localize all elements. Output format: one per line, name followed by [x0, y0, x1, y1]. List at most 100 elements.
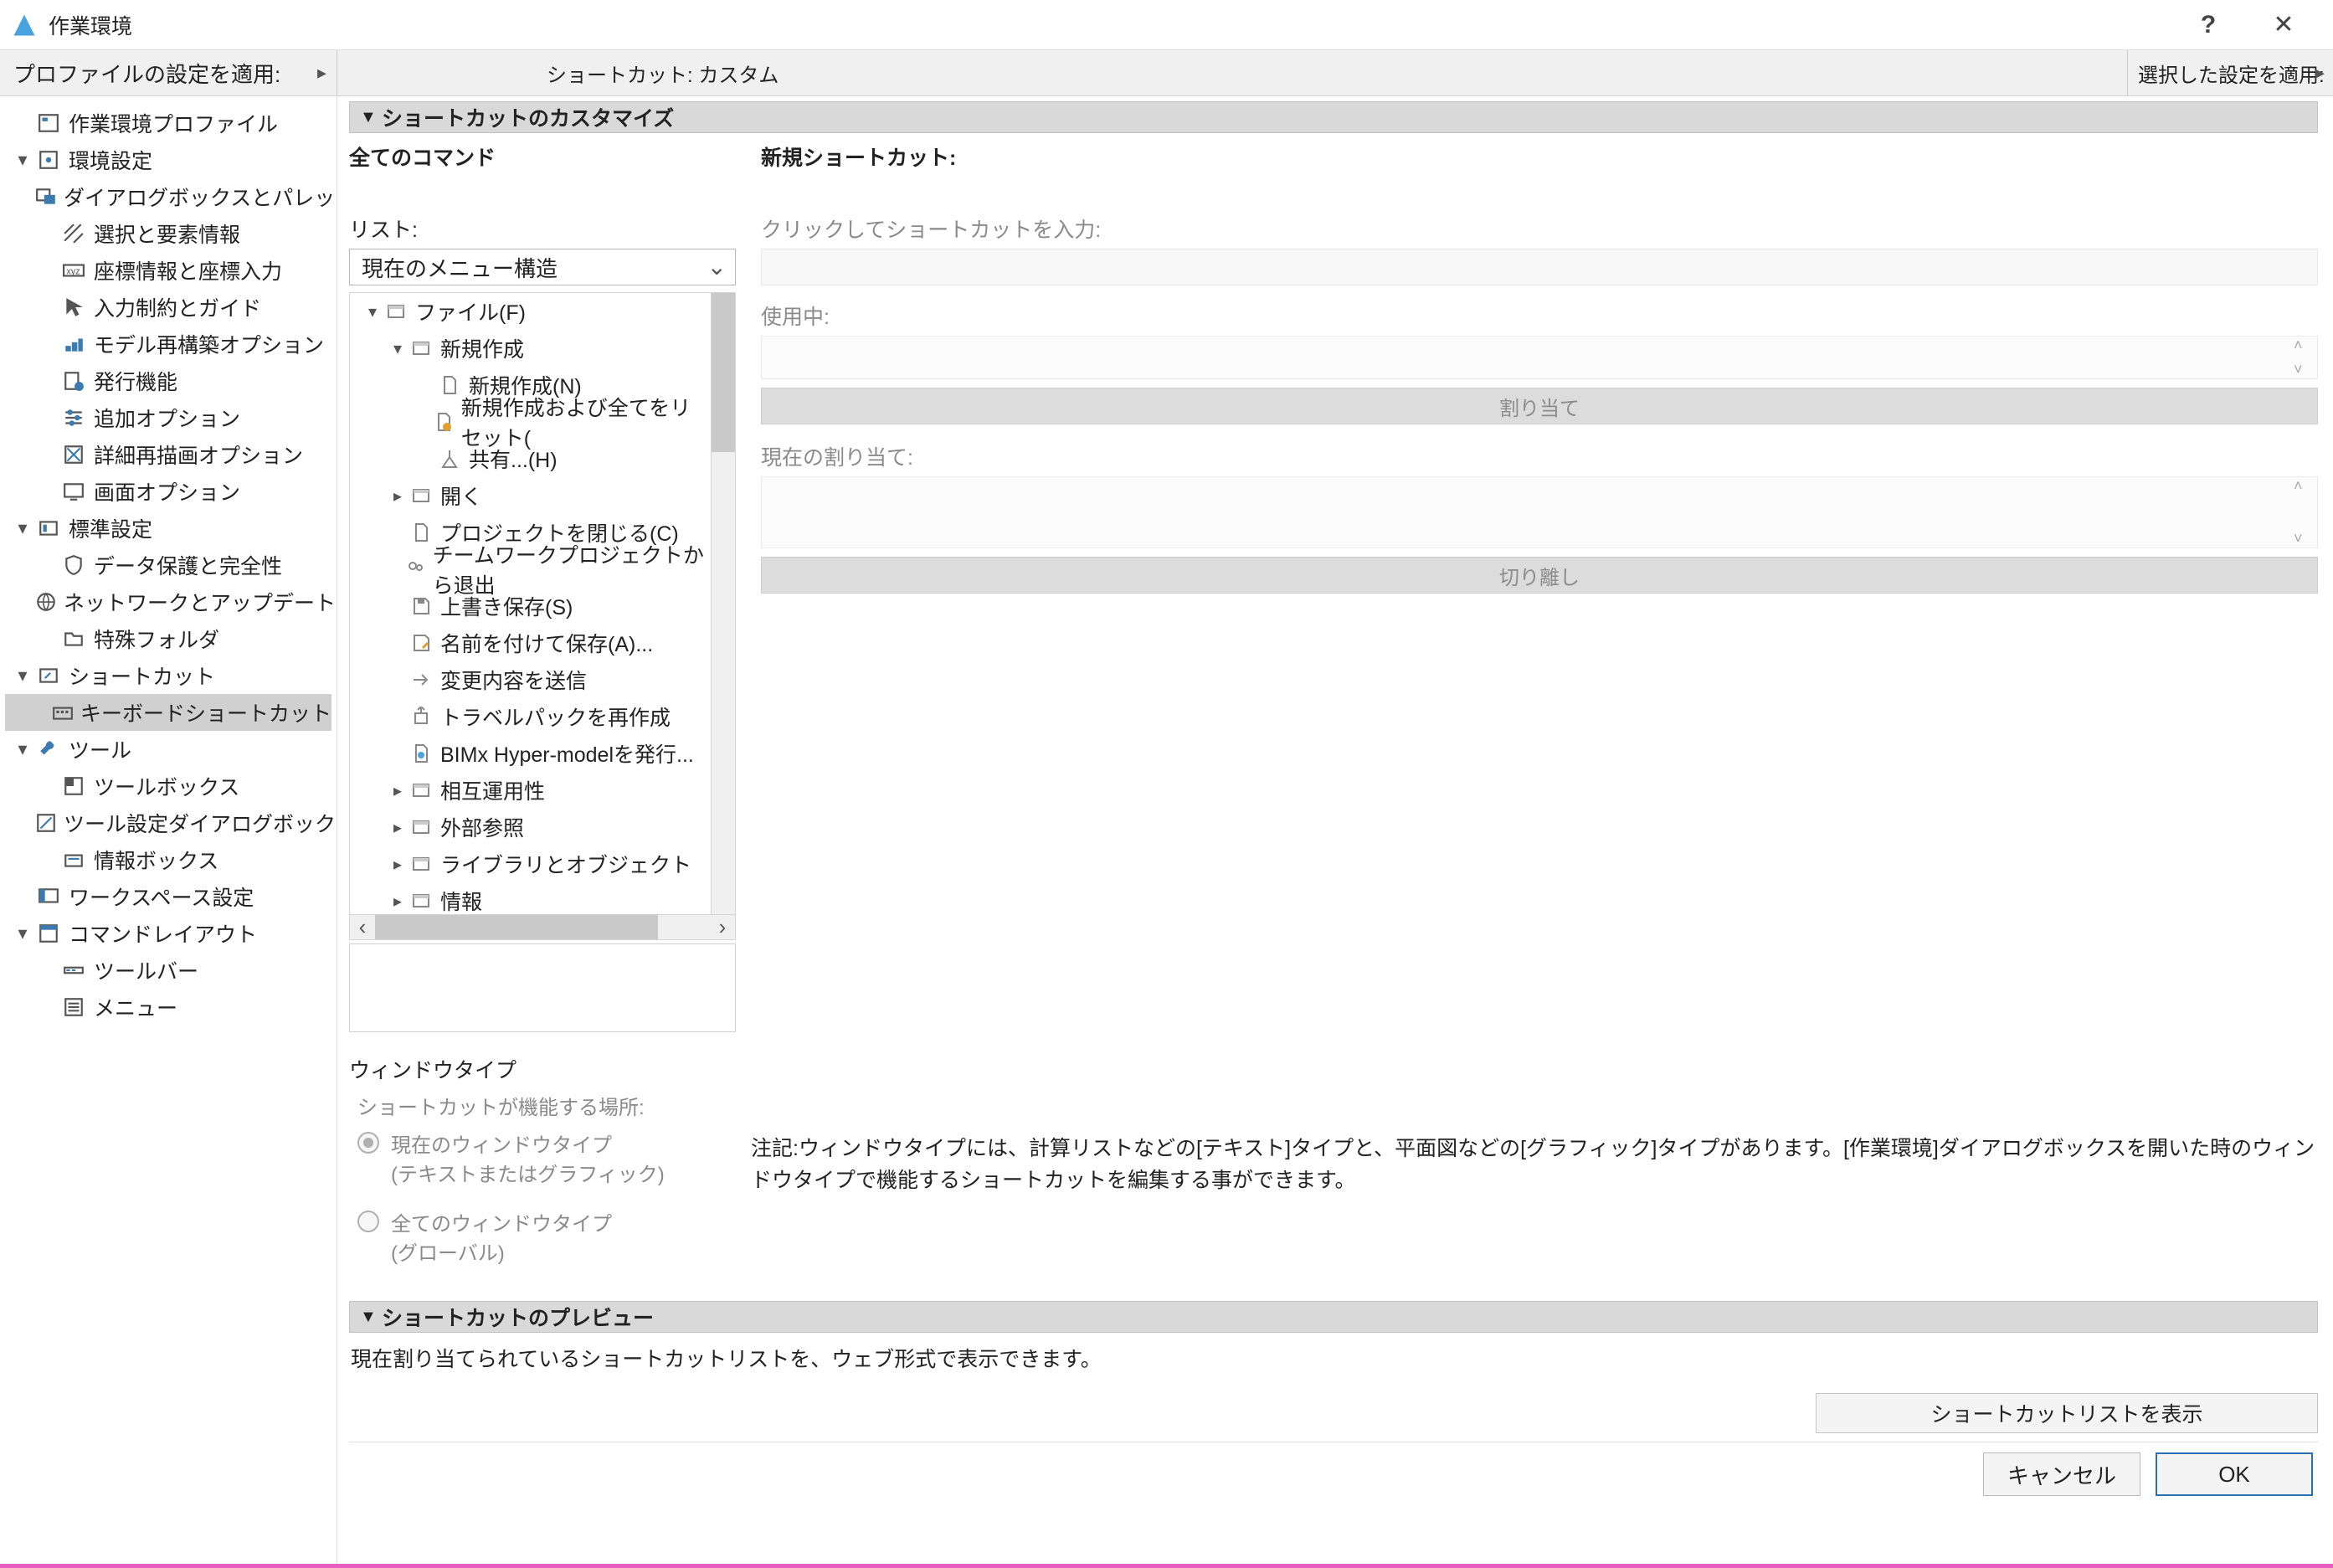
spinner-down-icon[interactable]: ˅ [2294, 361, 2312, 378]
tree-item[interactable]: ▾環境設定 [5, 141, 331, 178]
dialog-icon [35, 183, 57, 210]
spinner-up-icon[interactable]: ˄ [2294, 337, 2312, 354]
caret-icon: ▾ [10, 923, 35, 944]
section-customize-header[interactable]: ▼ ショートカットのカスタマイズ [349, 101, 2318, 133]
tree-item-label: データ保護と完全性 [94, 550, 282, 580]
standard-icon [35, 515, 62, 542]
tree-item[interactable]: キーボードショートカット [5, 694, 331, 731]
scroll-left-icon[interactable]: ‹ [350, 915, 375, 939]
spinner-up-icon[interactable]: ˄ [2294, 477, 2312, 495]
vertical-scrollbar[interactable] [711, 292, 736, 915]
saveas-icon [409, 630, 434, 655]
preview-description: 現在割り当てられているショートカットリストを、ウェブ形式で表示できます。 [351, 1343, 2318, 1373]
caret-icon: ▸ [387, 891, 409, 912]
section-preview-header[interactable]: ▼ ショートカットのプレビュー [349, 1301, 2318, 1333]
radio-all-line2: (グローバル) [391, 1236, 612, 1266]
current-assign-label: 現在の割り当て: [761, 441, 2318, 471]
current-assign-list[interactable]: ˄˅ [761, 476, 2318, 548]
in-use-list[interactable]: ˄˅ [761, 336, 2318, 379]
scroll-thumb[interactable] [712, 293, 735, 452]
category-tree[interactable]: 作業環境プロファイル▾環境設定ダイアログボックスとパレット選択と要素情報xyz座… [0, 96, 337, 1564]
selected-apply-dropdown[interactable]: 選択した設定を適用: [2127, 50, 2333, 95]
tree-item[interactable]: 入力制約とガイド [5, 289, 331, 326]
show-shortcut-list-button[interactable]: ショートカットリストを表示 [1816, 1393, 2318, 1433]
tree-item[interactable]: モデル再構築オプション [5, 326, 331, 362]
radio-all-windows[interactable]: 全てのウィンドウタイプ (グローバル) [349, 1207, 717, 1266]
profile-apply-dropdown[interactable]: プロファイルの設定を適用: [0, 50, 337, 95]
cursor-icon [60, 294, 87, 321]
command-item[interactable]: 変更内容を送信 [350, 661, 711, 698]
tree-item-label: 追加オプション [94, 403, 240, 433]
spinner-down-icon[interactable]: ˅ [2294, 530, 2312, 548]
command-item[interactable]: ▸情報 [350, 882, 711, 915]
tree-item[interactable]: 追加オプション [5, 399, 331, 436]
tree-item[interactable]: 発行機能 [5, 362, 331, 399]
tree-item[interactable]: 特殊フォルダ [5, 620, 331, 657]
profile-apply-label: プロファイルの設定を適用: [13, 58, 280, 89]
command-item[interactable]: チームワークプロジェクトから退出 [350, 551, 711, 588]
cancel-button[interactable]: キャンセル [1983, 1452, 2140, 1496]
workspace-icon [35, 883, 62, 910]
all-commands-label: 全てのコマンド [349, 141, 736, 172]
folder2-icon [409, 888, 434, 913]
command-item[interactable]: 名前を付けて保存(A)... [350, 625, 711, 661]
tree-item[interactable]: メニュー [5, 989, 331, 1026]
radio-current-window[interactable]: 現在のウィンドウタイプ (テキストまたはグラフィック) [349, 1128, 717, 1187]
scroll-right-icon[interactable]: › [710, 915, 735, 939]
tree-item[interactable]: ツールボックス [5, 768, 331, 805]
tree-item[interactable]: 選択と要素情報 [5, 215, 331, 252]
tree-item[interactable]: ▾標準設定 [5, 510, 331, 547]
command-item[interactable]: ▸ライブラリとオブジェクト [350, 846, 711, 882]
tree-item[interactable]: xyz座標情報と座標入力 [5, 252, 331, 289]
horizontal-scrollbar[interactable]: ‹ › [349, 915, 736, 940]
command-item[interactable]: ▾新規作成 [350, 330, 711, 367]
command-item[interactable]: ▸開く [350, 477, 711, 514]
command-item[interactable]: BIMx Hyper-modelを発行... [350, 735, 711, 772]
tree-item[interactable]: ワークスペース設定 [5, 878, 331, 915]
content-pane: ▼ ショートカットのカスタマイズ 全てのコマンド リスト: 現在のメニュー構造 … [337, 96, 2333, 1564]
ok-button[interactable]: OK [2156, 1452, 2313, 1496]
command-item[interactable]: ▸外部参照 [350, 809, 711, 846]
tree-item[interactable]: ダイアログボックスとパレット [5, 178, 331, 215]
bimx-icon [409, 741, 434, 766]
send-icon [409, 667, 434, 692]
tree-item[interactable]: ▾ショートカット [5, 657, 331, 694]
tree-item[interactable]: ネットワークとアップデート [5, 584, 331, 620]
assign-button[interactable]: 割り当て [761, 388, 2318, 424]
travel-icon [409, 704, 434, 729]
shortcut-input[interactable] [761, 249, 2318, 285]
tree-item[interactable]: ▾コマンドレイアウト [5, 915, 331, 952]
hscroll-thumb[interactable] [375, 915, 658, 939]
list-combo[interactable]: 現在のメニュー構造 [349, 249, 736, 285]
close-button[interactable]: ✕ [2246, 2, 2321, 48]
collapse-icon: ▼ [360, 108, 382, 127]
toolbar: プロファイルの設定を適用: ショートカット: カスタム 選択した設定を適用: [0, 50, 2333, 96]
detach-button[interactable]: 切り離し [761, 557, 2318, 594]
rebuild-icon [60, 331, 87, 357]
save-icon [409, 594, 434, 619]
tree-item[interactable]: 画面オプション [5, 473, 331, 510]
command-item[interactable]: 新規作成および全てをリセット( [350, 404, 711, 440]
collapse-icon: ▼ [360, 1308, 382, 1327]
help-button[interactable]: ? [2171, 2, 2246, 48]
command-item[interactable]: ▾ファイル(F) [350, 293, 711, 330]
xyz-icon: xyz [60, 257, 87, 284]
toolbox-icon [60, 773, 87, 799]
redraw-icon [60, 441, 87, 468]
tree-item-label: 作業環境プロファイル [69, 108, 278, 138]
tree-item[interactable]: ツール設定ダイアログボックス [5, 805, 331, 841]
tree-item[interactable]: ▾ツール [5, 731, 331, 768]
command-label: 変更内容を送信 [440, 665, 587, 695]
svg-text:xyz: xyz [66, 266, 80, 276]
tree-item[interactable]: 作業環境プロファイル [5, 105, 331, 141]
command-item[interactable]: トラベルパックを再作成 [350, 698, 711, 735]
tree-item[interactable]: 情報ボックス [5, 841, 331, 878]
sliders-icon [60, 404, 87, 431]
tree-item[interactable]: ツールバー [5, 952, 331, 989]
caret-icon: ▾ [10, 517, 35, 539]
tree-item-label: 入力制約とガイド [94, 292, 261, 322]
command-item[interactable]: ▸相互運用性 [350, 772, 711, 809]
tree-item[interactable]: 詳細再描画オプション [5, 436, 331, 473]
tree-item[interactable]: データ保護と完全性 [5, 547, 331, 584]
command-tree[interactable]: ▾ファイル(F)▾新規作成新規作成(N)新規作成および全てをリセット(共有...… [349, 292, 711, 915]
